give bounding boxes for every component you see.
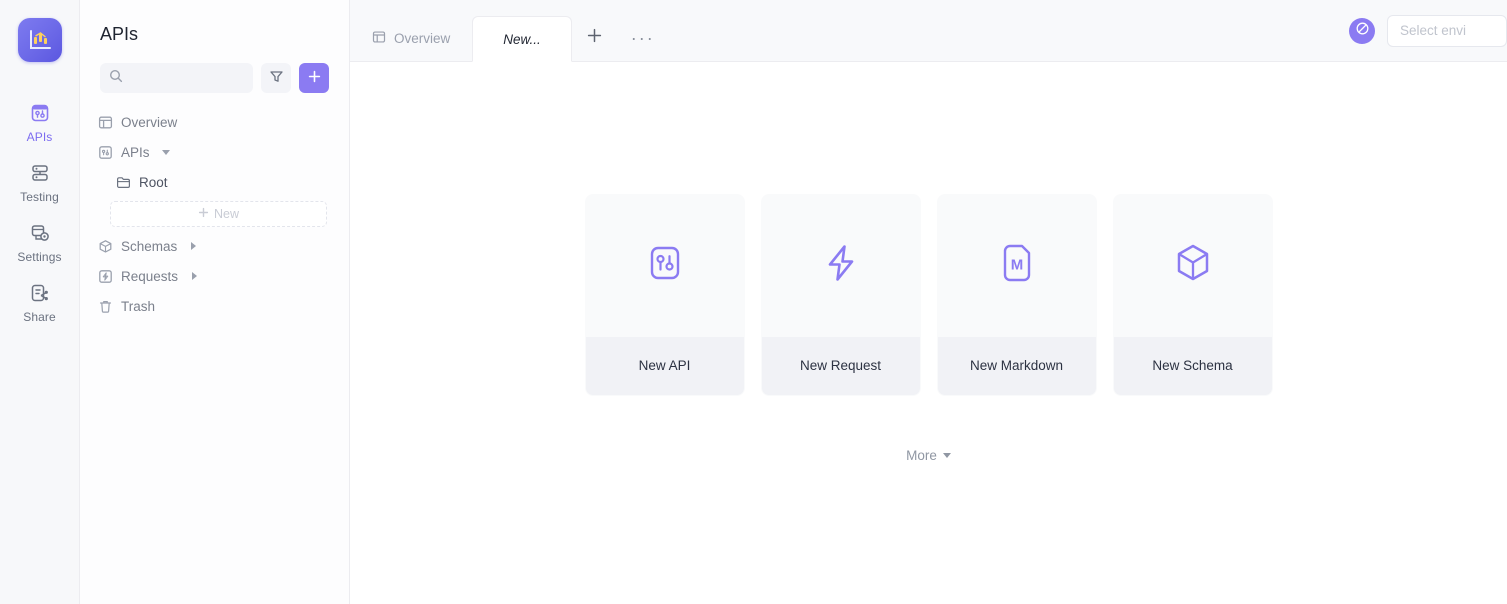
- card-label: New Markdown: [937, 336, 1096, 395]
- chevron-right-icon[interactable]: [192, 272, 198, 280]
- api-tree-panel: APIs Overview APIs Root New Schemas Requ…: [80, 0, 350, 604]
- search-input[interactable]: [123, 71, 244, 85]
- card-new-api[interactable]: New API: [584, 193, 745, 396]
- new-tab-content: New API New Request M New Markdown New S…: [350, 62, 1507, 604]
- card-new-schema[interactable]: New Schema: [1112, 193, 1273, 396]
- environment-select[interactable]: Select envi: [1387, 14, 1507, 47]
- testing-icon: [29, 162, 51, 184]
- new-item-button[interactable]: New: [110, 201, 327, 227]
- search-box[interactable]: [100, 63, 253, 93]
- tree-item-label: Overview: [121, 114, 178, 130]
- tree-item-apis[interactable]: APIs: [90, 137, 337, 167]
- tree-toolbar: [80, 45, 349, 93]
- search-icon: [109, 69, 123, 88]
- card-new-request[interactable]: New Request: [760, 193, 921, 396]
- environment-globe-icon: [1355, 21, 1370, 41]
- overview-icon: [98, 115, 113, 130]
- tree-item-label: Requests: [121, 268, 179, 284]
- svg-text:M: M: [1010, 257, 1023, 274]
- sidebar-item-label: APIs: [26, 130, 53, 144]
- chart-logo-icon: [27, 27, 53, 53]
- api-sliders-icon: [644, 242, 686, 289]
- markdown-file-icon: M: [996, 242, 1038, 289]
- card-label: New Request: [761, 336, 920, 395]
- page-title: APIs: [100, 24, 139, 44]
- sidebar-item-label: Settings: [17, 250, 62, 264]
- tab-bar: Overview New... ··· Select envi: [350, 0, 1507, 62]
- card-new-markdown[interactable]: M New Markdown: [936, 193, 1097, 396]
- apis-tree-icon: [98, 145, 113, 160]
- plus-icon: [307, 69, 322, 87]
- tree-item-root[interactable]: Root: [90, 167, 337, 197]
- settings-icon: [29, 222, 51, 244]
- plus-icon: [586, 27, 603, 50]
- add-button[interactable]: [299, 63, 329, 93]
- rail-item-list: APIs Testing Settings Share: [0, 92, 79, 332]
- tree-item-label: APIs: [121, 144, 150, 160]
- tab-overflow-button[interactable]: ···: [617, 15, 669, 61]
- environment-select-label: Select envi: [1400, 23, 1467, 38]
- tree-item-trash[interactable]: Trash: [90, 291, 337, 321]
- trash-icon: [98, 299, 113, 314]
- card-icon-wrap: [586, 195, 744, 337]
- add-tab-button[interactable]: [572, 15, 617, 61]
- card-label: New Schema: [1113, 336, 1272, 395]
- share-icon: [29, 282, 51, 304]
- primary-nav-rail: APIs Testing Settings Share: [0, 0, 80, 604]
- tab-new[interactable]: New...: [472, 16, 572, 62]
- chevron-down-icon: [942, 452, 951, 458]
- folder-icon: [116, 175, 131, 190]
- more-button[interactable]: More: [906, 448, 951, 463]
- card-icon-wrap: M: [938, 195, 1096, 337]
- card-icon-wrap: [762, 195, 920, 337]
- filter-icon: [269, 69, 284, 87]
- plus-icon: [198, 207, 209, 221]
- sidebar-item-settings[interactable]: Settings: [0, 212, 79, 272]
- sidebar-item-share[interactable]: Share: [0, 272, 79, 332]
- requests-icon: [98, 269, 113, 284]
- chevron-right-icon[interactable]: [191, 242, 197, 250]
- tree-item-schemas[interactable]: Schemas: [90, 231, 337, 261]
- filter-button[interactable]: [261, 63, 291, 93]
- tab-bar-right: Select envi: [1349, 0, 1507, 61]
- tree-item-overview[interactable]: Overview: [90, 107, 337, 137]
- apis-icon: [29, 102, 51, 124]
- overview-icon: [372, 30, 386, 47]
- schema-cube-icon: [1172, 242, 1214, 289]
- tree-item-label: Trash: [121, 298, 156, 314]
- lightning-bolt-icon: [820, 242, 862, 289]
- more-label: More: [906, 447, 937, 463]
- tree-item-requests[interactable]: Requests: [90, 261, 337, 291]
- tab-label: New...: [503, 31, 541, 47]
- sidebar-item-apis[interactable]: APIs: [0, 92, 79, 152]
- tree-item-label: Root: [139, 174, 168, 190]
- main-area: Overview New... ··· Select envi New API …: [350, 0, 1507, 604]
- tree-list: Overview APIs Root New Schemas Requests …: [80, 93, 349, 321]
- quick-action-cards: New API New Request M New Markdown New S…: [584, 193, 1273, 396]
- schema-cube-icon: [98, 239, 113, 254]
- sidebar-item-label: Share: [23, 310, 56, 324]
- card-label: New API: [585, 336, 744, 395]
- app-logo[interactable]: [17, 18, 62, 62]
- tab-label: Overview: [394, 30, 451, 46]
- app-root: APIs Testing Settings Share APIs Overvie…: [0, 0, 1507, 604]
- tree-item-label: Schemas: [121, 238, 178, 254]
- tab-overview[interactable]: Overview: [350, 15, 472, 61]
- sidebar-item-label: Testing: [20, 190, 59, 204]
- environment-avatar[interactable]: [1349, 17, 1375, 44]
- sidebar-item-testing[interactable]: Testing: [0, 152, 79, 212]
- chevron-down-icon[interactable]: [161, 149, 170, 155]
- new-item-label: New: [213, 207, 239, 221]
- card-icon-wrap: [1114, 195, 1272, 337]
